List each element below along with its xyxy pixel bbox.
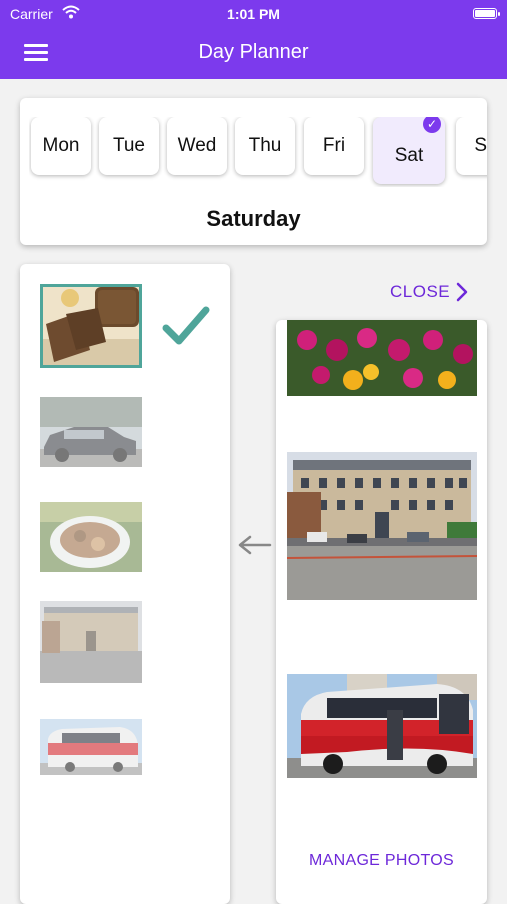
day-chip-sat[interactable]: Sat ✓: [373, 117, 445, 184]
library-photo-building[interactable]: [287, 452, 477, 600]
battery-icon: [473, 8, 497, 19]
day-chip-mon[interactable]: Mon: [31, 117, 91, 175]
library-photo-bus[interactable]: [287, 674, 477, 778]
day-photos-panel: [20, 264, 230, 904]
selected-photo-frame: [40, 284, 142, 368]
library-photo-flowers[interactable]: [287, 320, 477, 396]
close-button[interactable]: CLOSE: [390, 282, 468, 302]
photo-building[interactable]: [40, 601, 142, 683]
chevron-right-icon: [456, 282, 468, 302]
photo-car[interactable]: [40, 397, 142, 467]
arrow-left-icon: [238, 535, 272, 555]
manage-photos-button[interactable]: MANAGE PHOTOS: [276, 852, 487, 870]
photo-library-panel: MANAGE PHOTOS: [276, 320, 487, 904]
day-chip-wed[interactable]: Wed: [167, 117, 227, 175]
day-chip-sun[interactable]: Su: [456, 117, 487, 175]
day-selector-card: Mon Tue Wed Thu Fri Sat ✓ Su Saturday: [20, 98, 487, 245]
day-chip-thu[interactable]: Thu: [235, 117, 295, 175]
checkmark-icon: [162, 306, 210, 345]
photo-food-plate[interactable]: [40, 502, 142, 572]
selected-day-label: Saturday: [206, 206, 301, 231]
page-title: Day Planner: [198, 41, 309, 63]
day-strip[interactable]: Mon Tue Wed Thu Fri Sat ✓ Su: [29, 117, 487, 187]
check-circle-icon: ✓: [423, 117, 441, 133]
status-bar: Carrier 1:01 PM: [0, 0, 507, 28]
day-chip-tue[interactable]: Tue: [99, 117, 159, 175]
nav-bar: Day Planner: [0, 28, 507, 79]
clock: 1:01 PM: [227, 6, 280, 22]
day-chip-fri[interactable]: Fri: [304, 117, 364, 175]
photo-bus[interactable]: [40, 719, 142, 775]
